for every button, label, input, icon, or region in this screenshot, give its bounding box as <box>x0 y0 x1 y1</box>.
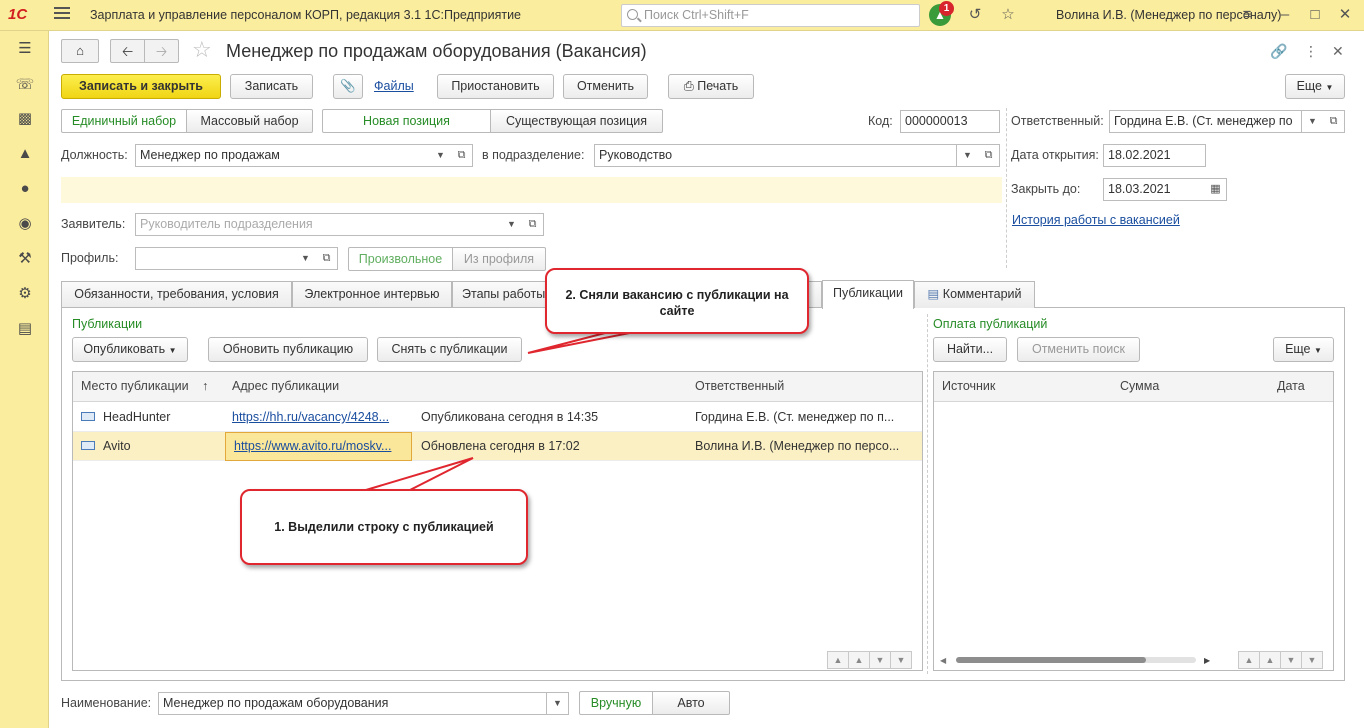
callout-pointers <box>365 330 641 491</box>
callout-1-pointer <box>365 457 474 491</box>
callout-step-2: 2. Сняли вакансию с публикации на сайте <box>545 268 809 334</box>
callout-step-1: 1. Выделили строку с публикацией <box>240 489 528 565</box>
callout-2-pointer <box>527 330 641 354</box>
